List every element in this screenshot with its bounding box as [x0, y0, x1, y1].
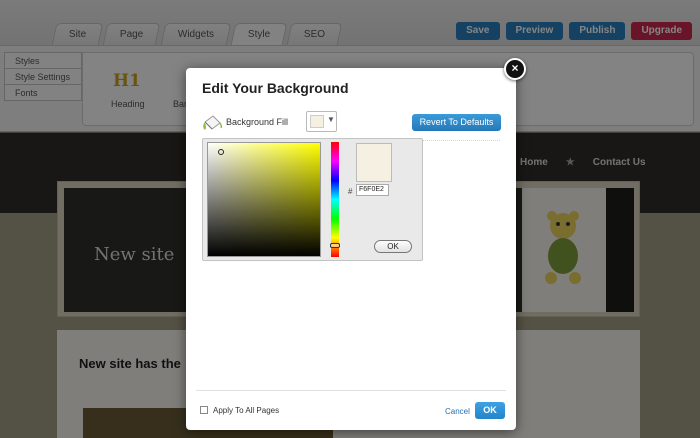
revert-to-defaults-button[interactable]: Revert To Defaults	[412, 114, 501, 131]
edit-background-dialog: Edit Your Background × Background Fill ▼…	[186, 58, 526, 430]
close-icon[interactable]: ×	[504, 58, 526, 80]
chevron-down-icon: ▼	[327, 115, 335, 124]
dialog-title: Edit Your Background	[202, 80, 349, 96]
hex-hash-label: #	[348, 187, 353, 196]
saturation-handle[interactable]	[218, 149, 224, 155]
saturation-value-area[interactable]	[207, 142, 321, 257]
ok-button[interactable]: OK	[475, 402, 505, 419]
cancel-button[interactable]: Cancel	[445, 407, 470, 416]
paint-bucket-icon	[203, 115, 223, 130]
color-preview-swatch	[356, 143, 392, 182]
apply-to-all-pages-label[interactable]: Apply To All Pages	[213, 406, 279, 415]
picker-ok-button[interactable]: OK	[374, 240, 412, 253]
apply-to-all-pages-checkbox[interactable]	[200, 406, 208, 414]
background-fill-dropdown[interactable]: ▼	[306, 111, 337, 132]
hue-slider[interactable]	[331, 142, 339, 257]
footer-divider	[196, 390, 506, 391]
fill-color-swatch	[310, 115, 324, 128]
color-picker: # F6F0E2 OK	[202, 138, 423, 261]
hue-slider-handle[interactable]	[330, 243, 340, 248]
hex-color-input[interactable]: F6F0E2	[356, 184, 389, 196]
background-fill-label: Background Fill	[226, 117, 289, 127]
